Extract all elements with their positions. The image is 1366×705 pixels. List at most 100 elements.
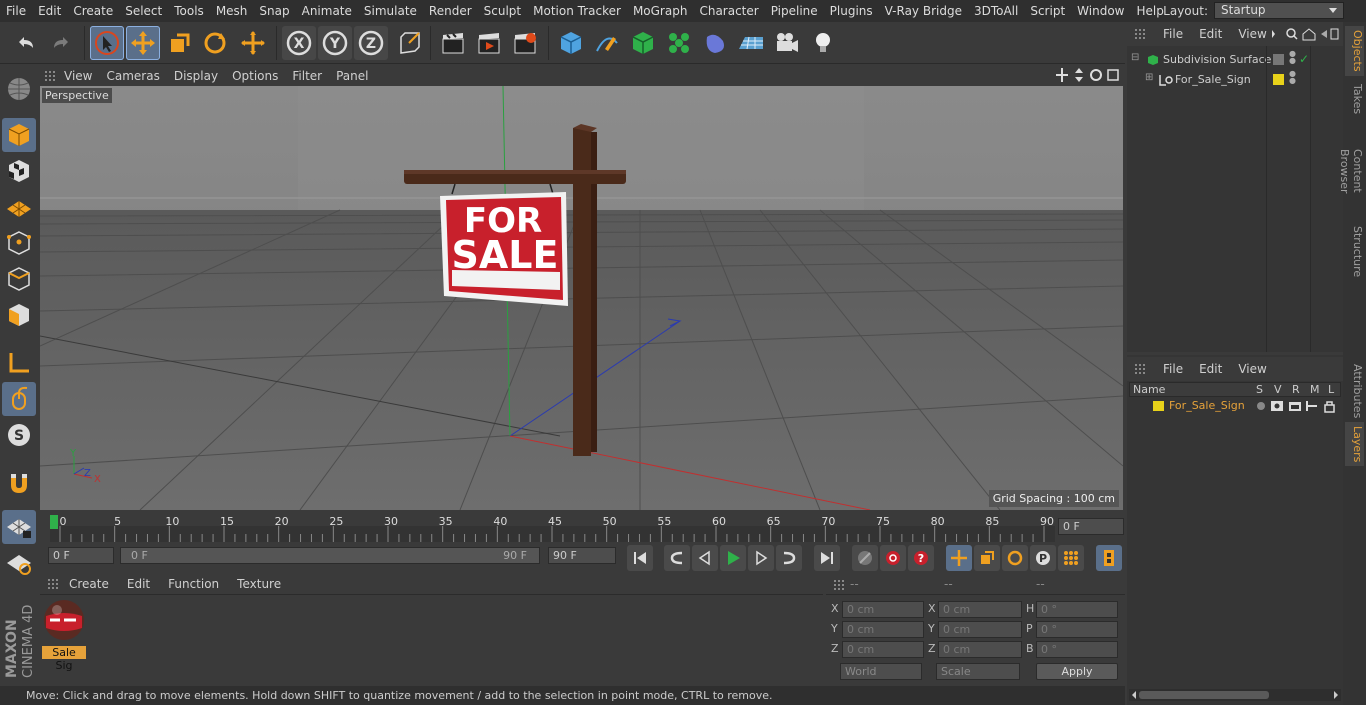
add-camera-button[interactable] [770, 26, 804, 60]
add-cube-button[interactable] [554, 26, 588, 60]
menu-render[interactable]: Render [423, 0, 478, 22]
key-parameter-button[interactable]: P [1030, 545, 1056, 571]
live-selection-button[interactable] [90, 26, 124, 60]
add-spline-button[interactable] [590, 26, 624, 60]
menu-select[interactable]: Select [119, 0, 168, 22]
position-field[interactable]: 0 cm [842, 641, 924, 658]
menu-window[interactable]: Window [1071, 0, 1130, 22]
texture-mode-button[interactable] [2, 154, 36, 188]
size-field[interactable]: 0 cm [938, 601, 1022, 618]
rotation-field[interactable]: 0 ° [1036, 601, 1118, 618]
viewport-menu-view[interactable]: View [57, 69, 99, 83]
viewport-camera-label[interactable]: Perspective [42, 88, 112, 103]
add-mograph-button[interactable] [662, 26, 696, 60]
snap-toggle-button[interactable] [2, 466, 36, 500]
record-active-button[interactable] [880, 545, 906, 571]
layer-menu-view[interactable]: View [1230, 362, 1274, 376]
next-frame-button[interactable] [748, 545, 774, 571]
coord-scale-select[interactable]: Scale [936, 663, 1020, 680]
collapse-icon[interactable]: ⊟ [1131, 52, 1139, 63]
scroll-left-icon[interactable] [1130, 689, 1138, 701]
visibility-dots-icon[interactable]: ● ● [1289, 50, 1296, 65]
key-rotation-button[interactable] [1002, 545, 1028, 571]
size-field[interactable]: 0 cm [938, 641, 1022, 658]
layer-col-name[interactable]: Name [1133, 383, 1165, 396]
viewport-menu-panel[interactable]: Panel [329, 69, 375, 83]
viewport-pan-icon[interactable] [1055, 67, 1069, 83]
previous-frame-button[interactable] [692, 545, 718, 571]
layer-col-visible[interactable]: V [1274, 383, 1282, 396]
material-menu-texture[interactable]: Texture [228, 577, 290, 591]
x-axis-lock-button[interactable]: X [282, 26, 316, 60]
tab-attributes[interactable]: Attributes [1345, 360, 1364, 420]
scroll-right-icon[interactable] [1332, 689, 1340, 701]
undo-button[interactable] [9, 26, 43, 60]
material-swatch[interactable]: Sale Sig [42, 598, 86, 672]
render-view-button[interactable] [436, 26, 470, 60]
recent-tool-button[interactable] [236, 26, 270, 60]
rotate-tool-button[interactable] [198, 26, 232, 60]
timeline-window-button[interactable] [1096, 545, 1122, 571]
tab-layers[interactable]: Layers [1345, 422, 1364, 466]
autokey-help-button[interactable]: ? [908, 545, 934, 571]
timeline-ruler[interactable]: 0 5 10 15 20 25 30 35 40 45 50 55 60 65 70 75 80 85 90 0 F [40, 512, 1125, 544]
menu-sculpt[interactable]: Sculpt [478, 0, 527, 22]
menu-mesh[interactable]: Mesh [210, 0, 254, 22]
tweak-mode-button[interactable] [2, 382, 36, 416]
record-keys-off-button[interactable] [852, 545, 878, 571]
object-menu-edit[interactable]: Edit [1191, 27, 1230, 41]
render-picture-viewer-button[interactable] [472, 26, 506, 60]
visibility-dots-icon[interactable]: ● ● [1289, 70, 1296, 85]
go-to-end-button[interactable] [814, 545, 840, 571]
workplane-lock-button[interactable] [2, 510, 36, 544]
scrollbar-thumb[interactable] [1139, 691, 1269, 699]
viewport-menu-options[interactable]: Options [225, 69, 285, 83]
menu-mograph[interactable]: MoGraph [627, 0, 694, 22]
menu-simulate[interactable]: Simulate [358, 0, 423, 22]
menu-character[interactable]: Character [693, 0, 764, 22]
perspective-viewport[interactable]: FOR SALE Y Z X Perspective Grid Spacing … [40, 86, 1123, 510]
coord-apply-button[interactable]: Apply [1036, 663, 1118, 680]
menu-motion-tracker[interactable]: Motion Tracker [527, 0, 627, 22]
menu-create[interactable]: Create [67, 0, 119, 22]
position-field[interactable]: 0 cm [842, 621, 924, 638]
add-floor-button[interactable] [734, 26, 768, 60]
material-menu-create[interactable]: Create [60, 577, 118, 591]
polygons-mode-button[interactable] [2, 298, 36, 332]
tab-takes[interactable]: Takes [1345, 80, 1364, 118]
add-light-button[interactable] [806, 26, 840, 60]
go-to-start-button[interactable] [627, 545, 653, 571]
tab-structure[interactable]: Structure [1345, 222, 1364, 277]
menu-snap[interactable]: Snap [253, 0, 295, 22]
rotation-field[interactable]: 0 ° [1036, 641, 1118, 658]
solo-mode-button[interactable]: S [2, 418, 36, 452]
size-field[interactable]: 0 cm [938, 621, 1022, 638]
object-menu-file[interactable]: File [1155, 27, 1191, 41]
add-generator-button[interactable] [626, 26, 660, 60]
viewport-rotate-icon[interactable] [1089, 67, 1103, 83]
next-key-button[interactable] [776, 545, 802, 571]
menu-3dtoall[interactable]: 3DToAll [968, 0, 1024, 22]
layer-col-locked[interactable]: L [1328, 383, 1334, 396]
menu-vray-bridge[interactable]: V-Ray Bridge [879, 0, 968, 22]
preview-range-slider[interactable]: 0 F 90 F [120, 547, 540, 564]
make-editable-button[interactable] [2, 72, 36, 106]
layout-select[interactable]: Startup [1214, 2, 1344, 19]
previous-key-button[interactable] [664, 545, 690, 571]
menu-plugins[interactable]: Plugins [824, 0, 879, 22]
edges-mode-button[interactable] [2, 262, 36, 296]
tab-objects[interactable]: Objects [1345, 26, 1364, 76]
menu-tools[interactable]: Tools [168, 0, 210, 22]
scale-tool-button[interactable] [162, 26, 196, 60]
start-frame-field[interactable]: 0 F [48, 547, 114, 564]
enable-axis-button[interactable] [2, 346, 36, 380]
model-mode-button[interactable] [2, 118, 36, 152]
menu-edit[interactable]: Edit [32, 0, 67, 22]
menu-pipeline[interactable]: Pipeline [765, 0, 824, 22]
playhead-marker[interactable] [50, 515, 58, 529]
menu-file[interactable]: File [0, 0, 32, 22]
workplane-mode-button[interactable] [2, 190, 36, 224]
end-frame-field[interactable]: 90 F [548, 547, 616, 564]
viewport-menu-filter[interactable]: Filter [285, 69, 329, 83]
tab-content-browser[interactable]: Content Browser [1338, 122, 1364, 220]
